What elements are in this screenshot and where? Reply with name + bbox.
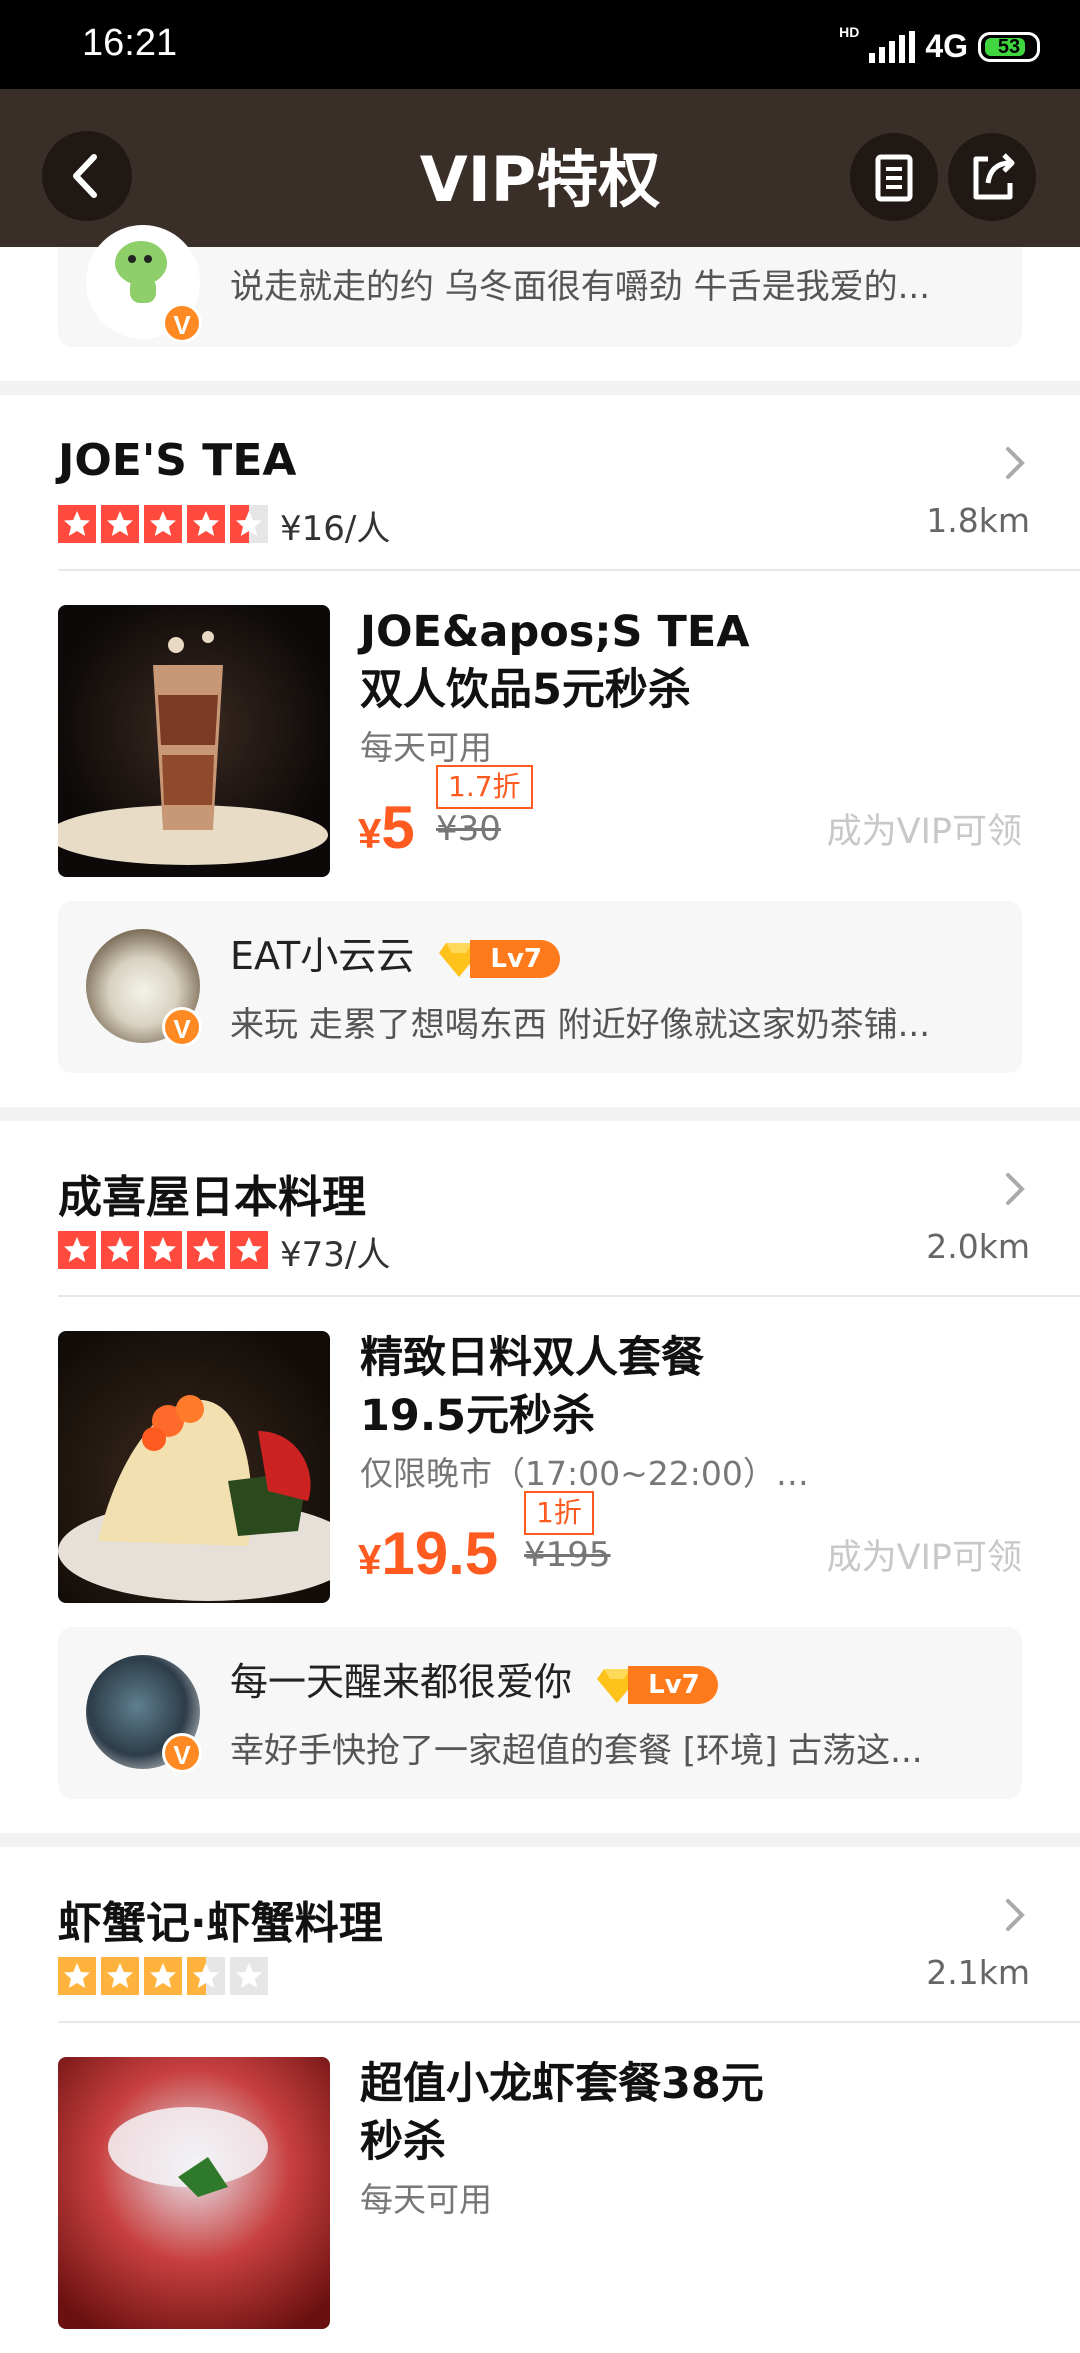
review-card[interactable]: V EAT小云云 Lv7 来玩 走累了想喝东西 附近好像就这家奶茶铺... <box>58 901 1022 1073</box>
crayfish-image <box>108 2107 268 2197</box>
deal-title: JOE&apos;S TEA双人饮品5元秒杀 <box>360 607 750 715</box>
star-icon <box>101 1957 139 1995</box>
deal-subtitle: 每天可用 <box>360 728 492 767</box>
review-text: 说走就走的约 乌冬面很有嚼劲 牛舌是我爱的... <box>230 267 931 307</box>
deal-item[interactable]: 精致日料双人套餐19.5元秒杀 仅限晚市（17:00~22:00）使... ¥1… <box>0 1297 1080 1627</box>
level-text: Lv7 <box>628 1665 718 1704</box>
chevron-right-icon <box>1006 447 1025 479</box>
shop-header[interactable]: 虾蟹记·虾蟹料理 2.1km <box>0 1847 1080 2023</box>
price-per-person: ¥73/人 <box>280 1235 391 1275</box>
star-icon <box>187 505 225 543</box>
navigation-bar: VIP特权 <box>0 89 1080 247</box>
signal-icon <box>869 30 916 63</box>
status-icons: HD 4G 53 <box>839 24 1040 65</box>
original-price: ¥195 <box>524 1535 611 1575</box>
network-label: 4G <box>925 28 968 64</box>
deal-item[interactable]: 超值小龙虾套餐38元秒杀 每天可用 <box>0 2023 1080 2353</box>
distance: 1.8km <box>926 501 1030 540</box>
section-divider <box>0 1833 1080 1847</box>
milk-tea-image <box>58 631 328 865</box>
battery-level: 53 <box>997 35 1021 58</box>
star-icon <box>58 505 96 543</box>
price-value: 19.5 <box>381 1520 499 1587</box>
deal-subtitle: 每天可用 <box>360 2180 492 2219</box>
deal-image <box>58 605 330 877</box>
chevron-right-icon <box>1006 1899 1025 1931</box>
price-symbol: ¥ <box>358 810 382 857</box>
deal-price: ¥5 <box>358 793 415 862</box>
discount-badge: 1.7折 <box>436 765 533 809</box>
reviewer-name: EAT小云云 Lv7 <box>230 925 560 980</box>
status-time: 16:21 <box>82 22 178 64</box>
distance: 2.0km <box>926 1227 1030 1266</box>
v-badge-icon: V <box>162 303 202 343</box>
reviewer-name-text: 每一天醒来都很爱你 <box>230 1660 573 1704</box>
deal-price: ¥19.5 <box>358 1519 498 1588</box>
star-icon <box>101 1231 139 1269</box>
star-icon <box>187 1231 225 1269</box>
star-icon <box>144 1957 182 1995</box>
chevron-right-icon <box>1006 1173 1025 1205</box>
content-list[interactable]: V 说走就走的约 乌冬面很有嚼劲 牛舌是我爱的... JOE'S TEA ¥16… <box>0 225 1080 2353</box>
review-text: 幸好手快抢了一家超值的套餐 [环境] 古荡这... <box>230 1731 923 1771</box>
japanese-dish-image <box>58 1395 330 1601</box>
share-button[interactable] <box>948 133 1036 221</box>
deal-image <box>58 1331 330 1603</box>
price-symbol: ¥ <box>358 1536 382 1583</box>
battery-icon: 53 <box>978 31 1040 62</box>
review-text: 来玩 走累了想喝东西 附近好像就这家奶茶铺... <box>230 1005 931 1045</box>
deal-image <box>58 2057 330 2329</box>
empty-star-icon <box>230 1957 268 1995</box>
shop-name: JOE'S TEA <box>58 435 297 486</box>
shop-card[interactable]: 成喜屋日本料理 ¥73/人 2.0km 精致日料双人套餐19.5元秒杀 仅限晚市… <box>0 1121 1080 1833</box>
price-per-person: ¥16/人 <box>280 509 391 549</box>
v-badge-icon: V <box>162 1007 202 1047</box>
avatar: V <box>86 225 202 343</box>
share-icon <box>973 153 1015 200</box>
discount-badge: 1折 <box>524 1491 594 1535</box>
deal-item[interactable]: JOE&apos;S TEA双人饮品5元秒杀 每天可用 ¥5 1.7折 ¥30 … <box>0 571 1080 901</box>
shop-card[interactable]: 虾蟹记·虾蟹料理 2.1km 超值小龙虾套餐38元秒杀 每天可用 <box>0 1847 1080 2353</box>
shop-name: 虾蟹记·虾蟹料理 <box>58 1898 383 1949</box>
level-text: Lv7 <box>470 939 560 978</box>
shop-header[interactable]: 成喜屋日本料理 ¥73/人 2.0km <box>0 1121 1080 1297</box>
vip-claim-label[interactable]: 成为VIP可领 <box>827 803 1022 854</box>
deal-title: 超值小龙虾套餐38元秒杀 <box>360 2059 764 2167</box>
rating-stars <box>58 1231 268 1269</box>
shop-header[interactable]: JOE'S TEA ¥16/人 1.8km <box>0 395 1080 571</box>
price-value: 5 <box>381 794 415 861</box>
vip-claim-label[interactable]: 成为VIP可领 <box>827 1529 1022 1580</box>
reviewer-name-text: EAT小云云 <box>230 934 415 978</box>
level-badge: Lv7 <box>438 939 560 979</box>
status-bar: 16:21 HD 4G 53 <box>0 0 1080 89</box>
avatar: V <box>86 1655 202 1773</box>
star-icon <box>58 1957 96 1995</box>
star-icon <box>144 1231 182 1269</box>
section-divider <box>0 1107 1080 1121</box>
original-price: ¥30 <box>436 809 501 849</box>
star-icon <box>144 505 182 543</box>
shop-card[interactable]: JOE'S TEA ¥16/人 1.8km JOE&apos;S TEA双人饮品… <box>0 395 1080 1107</box>
review-card[interactable]: V 每一天醒来都很爱你 Lv7 幸好手快抢了一家超值的套餐 [环境] 古荡这..… <box>58 1627 1022 1799</box>
hd-label: HD <box>839 24 860 40</box>
section-divider <box>0 381 1080 395</box>
star-icon <box>58 1231 96 1269</box>
list-button[interactable] <box>850 133 938 221</box>
half-star-icon <box>187 1957 225 1995</box>
rating-stars <box>58 1957 268 1995</box>
list-icon <box>875 154 913 202</box>
avatar: V <box>86 929 202 1047</box>
half-star-icon <box>230 505 268 543</box>
shop-name: 成喜屋日本料理 <box>58 1172 366 1223</box>
v-badge-icon: V <box>162 1733 202 1773</box>
rating-stars <box>58 505 268 543</box>
review-card[interactable]: V 说走就走的约 乌冬面很有嚼劲 牛舌是我爱的... <box>58 225 1022 347</box>
deal-subtitle: 仅限晚市（17:00~22:00）使... <box>360 1454 820 1493</box>
level-badge: Lv7 <box>596 1665 718 1705</box>
star-icon <box>101 505 139 543</box>
distance: 2.1km <box>926 1953 1030 1992</box>
star-icon <box>230 1231 268 1269</box>
reviewer-name: 每一天醒来都很爱你 Lv7 <box>230 1651 718 1706</box>
deal-title: 精致日料双人套餐19.5元秒杀 <box>360 1333 704 1441</box>
